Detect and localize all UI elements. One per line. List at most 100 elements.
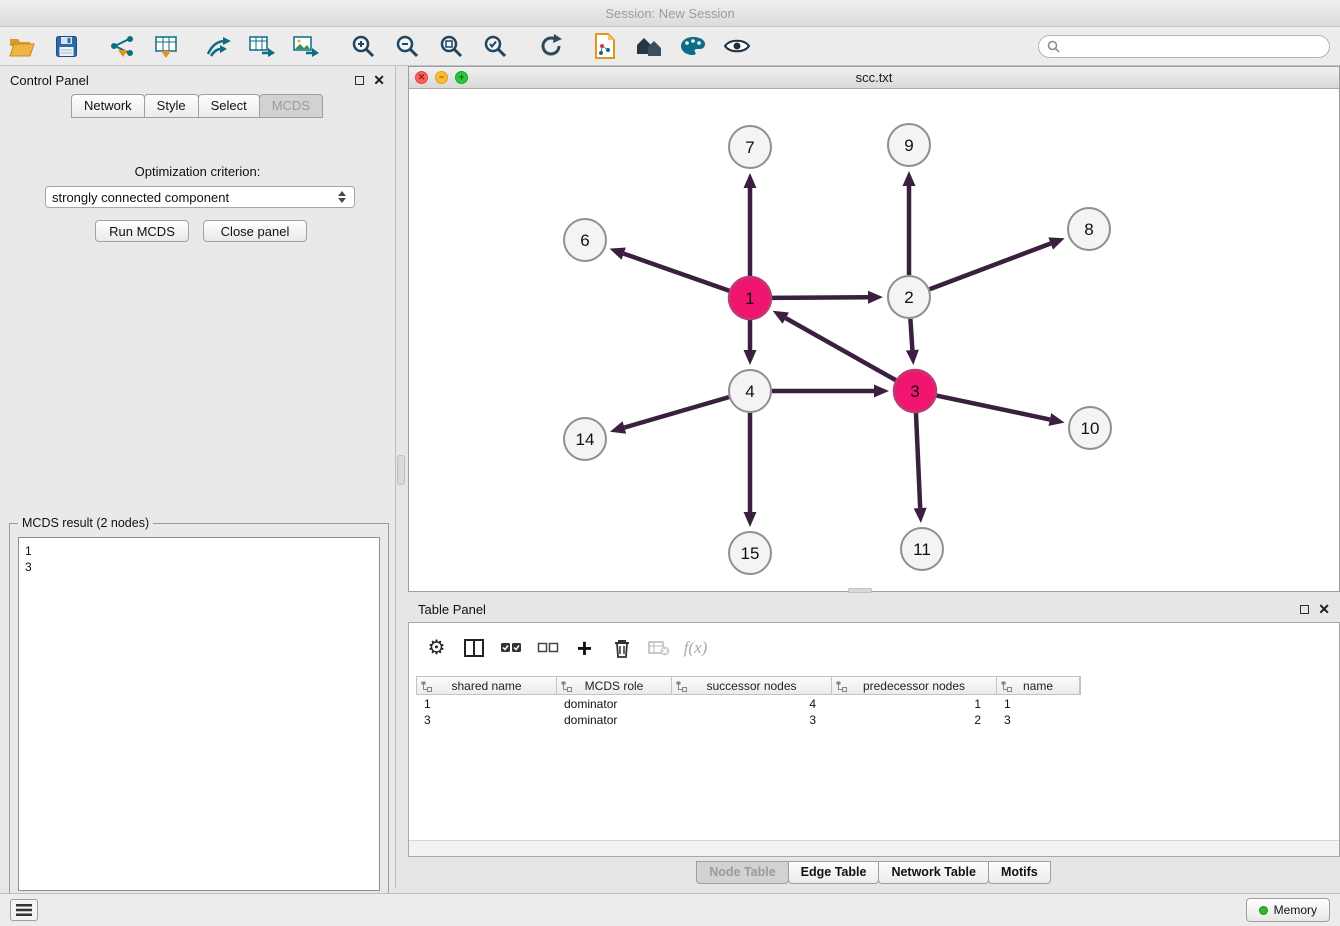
attribute-type-icon (421, 681, 432, 692)
memory-button-label: Memory (1274, 903, 1317, 917)
column-header-label: shared name (451, 679, 521, 693)
node-label: 6 (580, 231, 589, 250)
search-input[interactable] (1065, 38, 1321, 56)
first-neighbors-button[interactable] (627, 29, 671, 63)
tab-network[interactable]: Network (71, 94, 145, 118)
edge-arrowhead (1048, 237, 1064, 249)
edge-3-11[interactable] (916, 413, 920, 508)
optimization-select-value: strongly connected component (52, 190, 229, 205)
column-header-predecessor-nodes[interactable]: predecessor nodes (832, 677, 997, 694)
close-panel-button[interactable]: Close panel (203, 220, 307, 242)
tab-motifs[interactable]: Motifs (988, 861, 1051, 884)
network-document-icon (594, 33, 616, 59)
minimize-window-button[interactable]: − (435, 71, 448, 84)
attribute-type-icon (676, 681, 687, 692)
tab-select[interactable]: Select (198, 94, 260, 118)
float-table-panel-button[interactable] (1300, 605, 1309, 614)
mcds-result-title: MCDS result (2 nodes) (18, 516, 153, 530)
refresh-button[interactable] (529, 29, 573, 63)
column-header-shared-name[interactable]: shared name (417, 677, 557, 694)
table-body: 1dominator4113dominator323 (416, 696, 1079, 728)
table-settings-button[interactable]: ⚙ (418, 631, 455, 665)
zoom-fit-button[interactable] (429, 29, 473, 63)
edge-arrowhead (744, 173, 757, 188)
table-cell: 3 (671, 712, 831, 728)
edge-2-8[interactable] (930, 243, 1051, 289)
column-header-name[interactable]: name (997, 677, 1080, 694)
export-table-button[interactable] (240, 29, 284, 63)
mcds-result-box[interactable]: 13 (18, 537, 380, 891)
fx-icon: f(x) (684, 638, 708, 658)
table-panel-title: Table Panel (418, 602, 486, 617)
node-label: 14 (576, 430, 595, 449)
show-columns-button[interactable] (455, 631, 492, 665)
column-header-MCDS-role[interactable]: MCDS role (557, 677, 672, 694)
edge-4-14[interactable] (624, 397, 729, 427)
edge-1-6[interactable] (624, 254, 730, 291)
edge-1-2[interactable] (772, 297, 868, 298)
show-hide-graphics-button[interactable] (715, 29, 759, 63)
zoom-in-button[interactable] (341, 29, 385, 63)
attribute-type-icon (1001, 681, 1012, 692)
control-panel-title: Control Panel (10, 73, 89, 88)
open-folder-icon (9, 36, 35, 57)
deselect-all-columns-button[interactable] (529, 631, 566, 665)
node-label: 1 (745, 289, 754, 308)
node-label: 7 (745, 138, 754, 157)
import-network-database-button[interactable] (583, 29, 627, 63)
table-row[interactable]: 3dominator323 (416, 712, 1079, 728)
network-window-titlebar[interactable]: ✕ − + scc.txt (409, 67, 1339, 89)
tab-edge-table[interactable]: Edge Table (788, 861, 880, 884)
table-row[interactable]: 1dominator411 (416, 696, 1079, 712)
tab-mcds[interactable]: MCDS (259, 94, 323, 118)
horizontal-scrollbar[interactable] (409, 840, 1339, 856)
apply-style-button[interactable] (671, 29, 715, 63)
edge-arrowhead (868, 291, 883, 304)
select-all-columns-button[interactable] (492, 631, 529, 665)
delete-table-button[interactable] (640, 631, 677, 665)
task-history-button[interactable] (10, 899, 38, 921)
main-toolbar (0, 27, 1340, 66)
edge-3-1[interactable] (786, 318, 896, 380)
delete-column-button[interactable] (603, 631, 640, 665)
trash-icon (613, 638, 631, 658)
close-table-panel-button[interactable]: ✕ (1318, 602, 1330, 616)
tab-node-table[interactable]: Node Table (696, 861, 788, 884)
zoom-out-button[interactable] (385, 29, 429, 63)
close-panel-button-x[interactable]: ✕ (373, 73, 385, 87)
control-panel: Control Panel ✕ NetworkStyleSelectMCDS O… (0, 66, 396, 888)
select-stepper-icon (338, 191, 348, 203)
optimization-select[interactable]: strongly connected component (45, 186, 355, 208)
column-header-label: MCDS role (585, 679, 644, 693)
splitter-handle-vertical[interactable] (397, 455, 405, 485)
memory-button[interactable]: Memory (1246, 898, 1330, 922)
new-network-button[interactable] (196, 29, 240, 63)
edge-3-10[interactable] (937, 396, 1050, 420)
tab-style[interactable]: Style (144, 94, 199, 118)
export-image-button[interactable] (284, 29, 328, 63)
zoom-window-button[interactable]: + (455, 71, 468, 84)
import-table-icon (154, 34, 178, 58)
memory-status-dot (1259, 906, 1268, 915)
import-table-file-button[interactable] (144, 29, 188, 63)
select-all-icon (500, 641, 522, 655)
run-mcds-button[interactable]: Run MCDS (95, 220, 189, 242)
optimization-criterion-label: Optimization criterion: (0, 164, 395, 179)
edge-2-3[interactable] (910, 319, 912, 350)
open-session-button[interactable] (0, 29, 44, 63)
result-line: 3 (25, 559, 373, 575)
save-floppy-icon (56, 36, 77, 57)
network-graph[interactable]: 7968124314101511 (409, 89, 1339, 591)
close-window-button[interactable]: ✕ (415, 71, 428, 84)
search-box[interactable] (1038, 35, 1330, 58)
create-column-button[interactable]: + (566, 631, 603, 665)
zoom-selected-button[interactable] (473, 29, 517, 63)
column-header-successor-nodes[interactable]: successor nodes (672, 677, 832, 694)
splitter-handle-horizontal[interactable] (848, 588, 872, 593)
save-session-button[interactable] (44, 29, 88, 63)
float-window-button[interactable] (355, 76, 364, 85)
import-network-file-button[interactable] (100, 29, 144, 63)
tab-network-table[interactable]: Network Table (878, 861, 989, 884)
function-builder-button[interactable]: f(x) (677, 631, 714, 665)
window-titlebar[interactable]: Session: New Session (0, 0, 1340, 27)
